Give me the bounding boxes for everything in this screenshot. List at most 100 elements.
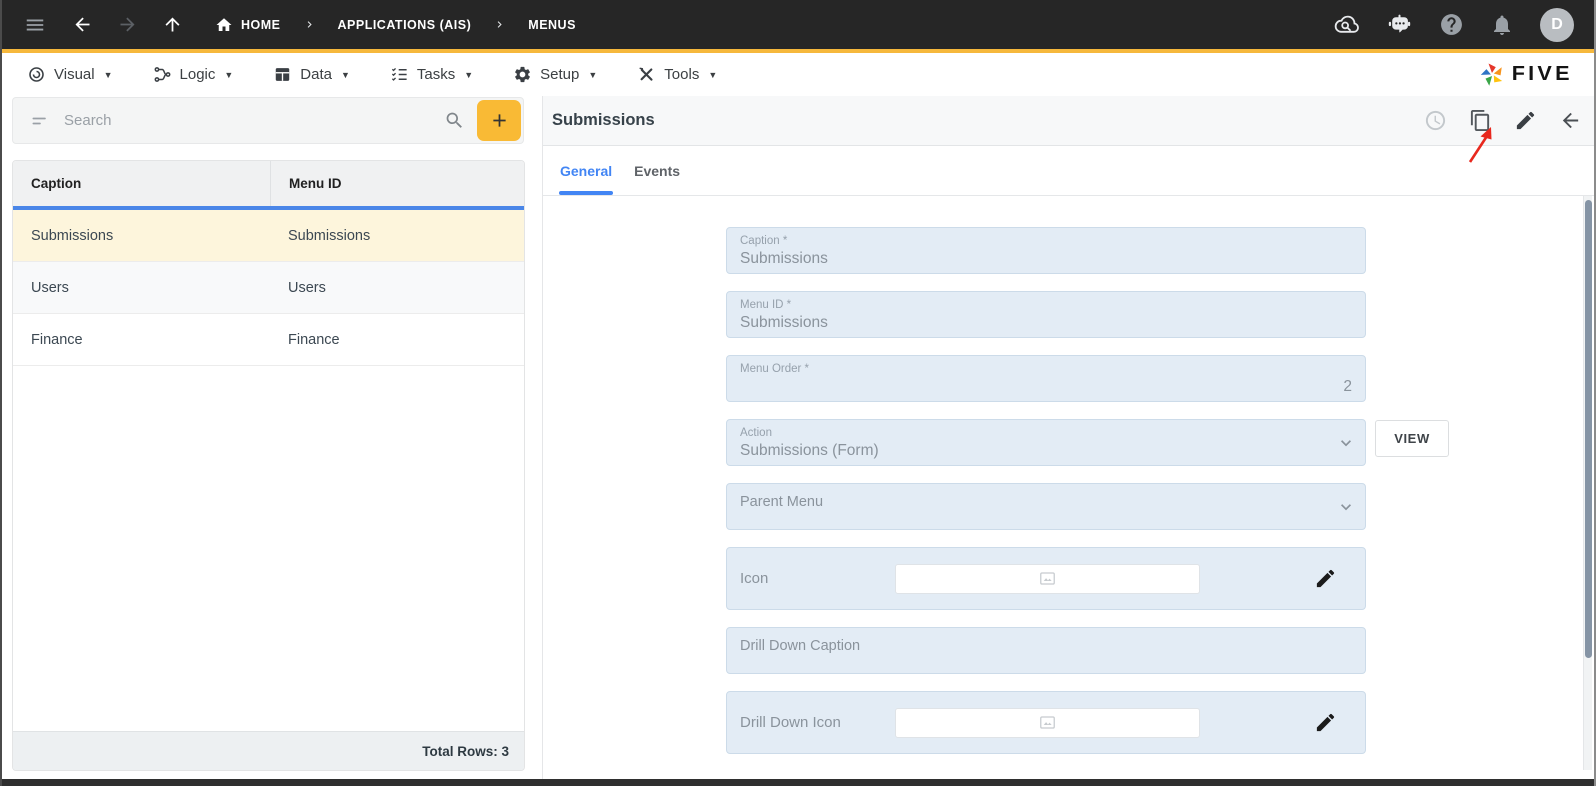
caret-down-icon: ▼ [588, 69, 598, 80]
panel-back-arrow-icon[interactable] [1559, 109, 1582, 132]
breadcrumb-applications[interactable]: APPLICATIONS (AIS) [338, 18, 472, 32]
field-label: Caption * [740, 235, 788, 247]
chevron-down-icon[interactable] [1336, 497, 1356, 517]
column-header-caption[interactable]: Caption [13, 161, 270, 206]
field-value: Submissions [740, 314, 828, 331]
icon-image-dropzone[interactable] [895, 563, 1200, 594]
field-label: Action [740, 427, 772, 439]
caret-down-icon: ▼ [464, 69, 474, 80]
breadcrumb-label: HOME [241, 17, 281, 32]
general-form: Caption * Submissions Menu ID * Submissi… [543, 196, 1594, 780]
filter-icon[interactable] [30, 111, 50, 131]
app-menu-bar: Visual ▼ Logic ▼ Data ▼ Tasks ▼ Setup ▼ … [2, 53, 1594, 96]
table-row[interactable]: Users Users [13, 262, 524, 314]
menu-label: Tools [664, 66, 700, 83]
edit-pencil-icon[interactable] [1514, 109, 1537, 132]
hamburger-menu-icon[interactable] [24, 14, 46, 36]
vertical-scrollbar[interactable] [1583, 196, 1592, 770]
avatar-initial: D [1551, 15, 1563, 33]
nav-back-icon[interactable] [72, 14, 93, 35]
menu-tools[interactable]: Tools ▼ [637, 65, 717, 84]
search-bar [12, 97, 524, 144]
chat-bot-icon[interactable] [1386, 11, 1413, 38]
field-value: Submissions [740, 250, 828, 267]
menu-setup[interactable]: Setup ▼ [513, 65, 597, 84]
detail-panel: Submissions General Events Caption * Sub… [542, 96, 1594, 780]
add-record-button[interactable] [477, 100, 521, 141]
field-label: Menu ID * [740, 299, 792, 311]
notifications-bell-icon[interactable] [1490, 13, 1514, 37]
chevron-down-icon[interactable] [1336, 433, 1356, 453]
field-label: Icon [740, 570, 769, 587]
copy-icon[interactable] [1469, 109, 1492, 132]
logic-icon [153, 65, 172, 84]
list-footer: Total Rows: 3 [13, 731, 524, 770]
cell-menu-id: Users [288, 279, 326, 296]
field-label: Parent Menu [740, 494, 824, 510]
drill-down-icon-image-dropzone[interactable] [895, 707, 1200, 738]
app-window: HOME APPLICATIONS (AIS) MENUS D Visual ▼… [0, 0, 1596, 786]
search-icon[interactable] [444, 110, 465, 131]
nav-forward-icon[interactable] [117, 14, 138, 35]
edit-icon-button[interactable] [1314, 567, 1337, 590]
tab-general[interactable]: General [559, 146, 614, 195]
cloud-search-icon[interactable] [1333, 11, 1360, 38]
help-icon[interactable] [1439, 12, 1464, 37]
field-action[interactable]: Action Submissions (Form) VIEW [726, 419, 1449, 466]
five-brand-logo: FIVE [1479, 61, 1570, 88]
field-drill-down-icon[interactable]: Drill Down Icon [726, 691, 1366, 754]
edit-drill-down-icon-button[interactable] [1314, 711, 1337, 734]
column-header-menu-id[interactable]: Menu ID [270, 161, 524, 206]
menu-label: Visual [54, 66, 95, 83]
image-placeholder-icon [1038, 569, 1057, 588]
caret-down-icon: ▼ [708, 69, 718, 80]
cell-caption: Users [31, 279, 69, 296]
detail-tabs: General Events [543, 146, 1594, 196]
tools-icon [637, 65, 656, 84]
image-placeholder-icon [1038, 713, 1057, 732]
menu-visual[interactable]: Visual ▼ [27, 65, 113, 84]
field-label: Drill Down Icon [740, 714, 841, 731]
table-row[interactable]: Submissions Submissions [13, 210, 524, 262]
caret-down-icon: ▼ [224, 69, 234, 80]
field-parent-menu[interactable]: Parent Menu [726, 483, 1366, 530]
history-clock-icon[interactable] [1424, 109, 1447, 132]
field-value: Submissions (Form) [740, 442, 879, 459]
table-row[interactable]: Finance Finance [13, 314, 524, 366]
caret-down-icon: ▼ [340, 69, 350, 80]
nav-up-icon[interactable] [162, 14, 183, 35]
field-drill-down-caption[interactable]: Drill Down Caption [726, 627, 1366, 674]
menu-data[interactable]: Data ▼ [273, 65, 350, 84]
menu-label: Logic [179, 66, 216, 83]
caret-down-icon: ▼ [103, 69, 113, 80]
menu-tasks[interactable]: Tasks ▼ [390, 65, 473, 84]
scrollbar-thumb[interactable] [1585, 200, 1592, 658]
home-icon [215, 16, 233, 34]
field-icon[interactable]: Icon [726, 547, 1366, 610]
menu-logic[interactable]: Logic ▼ [153, 65, 234, 84]
view-button[interactable]: VIEW [1375, 420, 1449, 457]
menu-label: Tasks [416, 66, 456, 83]
search-input[interactable] [64, 112, 436, 129]
menu-label: Setup [540, 66, 580, 83]
breadcrumb-label: MENUS [528, 17, 576, 32]
field-label: Drill Down Caption [740, 638, 861, 654]
window-bottom-edge [2, 779, 1594, 786]
cell-caption: Submissions [31, 227, 114, 244]
breadcrumb-home[interactable]: HOME [215, 16, 281, 34]
page-title: Submissions [552, 111, 655, 129]
tab-events[interactable]: Events [633, 146, 681, 195]
plus-icon [489, 110, 510, 131]
cell-menu-id: Submissions [288, 227, 371, 244]
user-avatar[interactable]: D [1540, 7, 1574, 42]
field-caption[interactable]: Caption * Submissions [726, 227, 1366, 274]
cell-menu-id: Finance [288, 331, 340, 348]
field-menu-id[interactable]: Menu ID * Submissions [726, 291, 1366, 338]
data-icon [273, 65, 292, 84]
field-menu-order[interactable]: Menu Order * 2 [726, 355, 1366, 402]
breadcrumb-label: APPLICATIONS (AIS) [337, 17, 472, 32]
five-pinwheel-icon [1479, 61, 1506, 88]
breadcrumb-menus[interactable]: MENUS [528, 18, 576, 32]
menu-label: Data [300, 66, 332, 83]
total-rows-label: Total Rows: 3 [422, 743, 509, 759]
